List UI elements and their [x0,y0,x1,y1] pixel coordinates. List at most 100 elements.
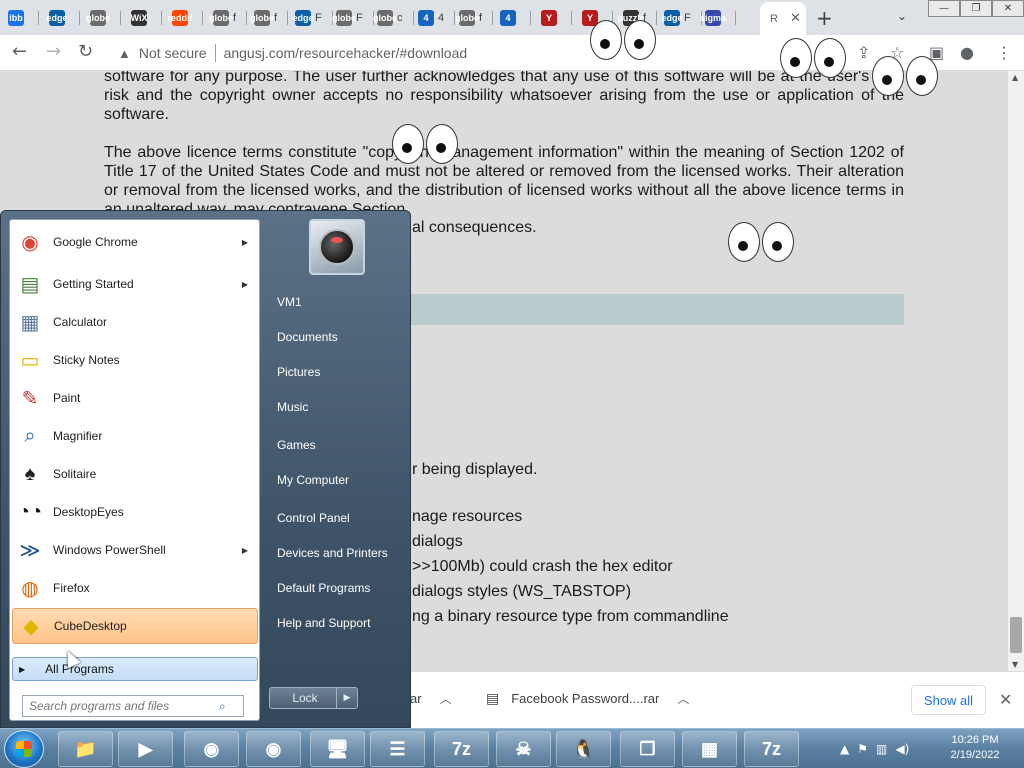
security-label[interactable]: Not secure [139,45,207,61]
volume-icon[interactable]: ◀) [895,742,909,756]
scroll-down-icon[interactable]: ▼ [1012,660,1018,669]
close-download-bar-icon[interactable]: ✕ [999,690,1012,710]
start-link-pictures[interactable]: Pictures [277,365,320,379]
browser-tab[interactable]: 44 [418,7,456,29]
start-link-games[interactable]: Games [277,438,316,452]
browser-tab[interactable]: globe f [250,7,289,29]
show-all-button[interactable]: Show all [911,685,986,715]
forward-arrow-icon[interactable]: → [46,41,61,62]
search-icon[interactable]: ⌕ [219,699,226,714]
start-program-item[interactable]: ♠ Solitaire [12,456,258,492]
network-icon[interactable]: ▥ [876,742,887,756]
y-icon: Y [541,10,557,26]
start-program-item[interactable]: ◍ Firefox [12,570,258,606]
window-icon[interactable]: ❐ [620,731,675,767]
chevron-up-icon[interactable]: ︿ [677,690,689,707]
calculator-icon: ▦ [20,311,40,334]
minimize-button[interactable]: — [928,0,960,17]
media-player-icon[interactable]: ▶ [118,731,173,767]
tab-separator [571,11,572,25]
scroll-up-icon[interactable]: ▲ [1012,73,1018,82]
pirate-icon[interactable]: ☠ [496,731,551,767]
share-icon[interactable]: ⇪ [857,43,870,62]
close-window-button[interactable]: ✕ [992,0,1024,17]
start-link-default-programs[interactable]: Default Programs [277,581,370,595]
start-link-music[interactable]: Music [277,400,308,414]
page-scrollbar[interactable]: ▲ ▼ [1008,71,1024,671]
list-icon[interactable]: ☰ [370,731,425,767]
start-program-item[interactable]: ▦ Calculator [12,304,258,340]
changelog-line-1: r being displayed. [412,461,538,478]
browser-tab[interactable]: globe f [209,7,248,29]
start-link-control-panel[interactable]: Control Panel [277,511,350,525]
address-bar[interactable]: ▲ Not secure angusj.com/resourcehacker/#… [108,39,888,67]
browser-tab[interactable]: edge F [662,7,702,29]
reload-icon[interactable]: ↻ [78,41,93,62]
start-program-item[interactable]: ▤ Getting Started ▶ [12,266,258,302]
game-icon[interactable]: ▦ [682,731,737,767]
close-tab-icon[interactable]: ✕ [790,11,801,26]
all-programs-button[interactable]: ▶ All Programs [12,657,258,681]
start-program-item[interactable]: ◔◔ DesktopEyes [12,494,258,530]
7zip-icon[interactable]: 7z [744,731,799,767]
network-icon[interactable]: 🖥 [310,731,365,767]
warning-icon[interactable]: ▲ [118,46,131,61]
penguin-icon[interactable]: 🐧 [556,731,611,767]
browser-tab[interactable]: Y [541,7,572,29]
new-tab-button[interactable]: + [816,6,833,30]
browser-tab[interactable]: globe F [332,7,374,29]
browser-tab[interactable]: reddit [168,7,203,29]
url-text[interactable]: angusj.com/resourcehacker/#download [224,45,468,61]
start-link-documents[interactable]: Documents [277,330,338,344]
desktop-eyes-icon: ◔◔ [17,500,43,523]
7zip-icon[interactable]: 7z [434,731,489,767]
user-avatar[interactable] [309,219,365,275]
download-filename[interactable]: ar [410,691,422,706]
globe-icon: globe [250,10,274,26]
maximize-button[interactable]: ❐ [960,0,992,17]
tray-expand-icon[interactable]: ▲ [840,742,849,756]
browser-tab[interactable]: edge F [293,7,333,29]
search-programs-input[interactable] [29,699,219,713]
action-center-flag-icon[interactable]: ⚑ [857,742,868,756]
clock[interactable]: 10:26 PM 2/19/2022 [935,733,1015,763]
start-link-help-and-support[interactable]: Help and Support [277,616,370,630]
start-link-devices-and-printers[interactable]: Devices and Printers [277,546,388,560]
search-programs-box[interactable]: ⌕ [22,695,244,717]
browser-tab[interactable]: globe c [373,7,414,29]
browser-tab[interactable]: WiX [131,7,162,29]
shutdown-options-arrow-icon[interactable]: ▶ [336,687,358,709]
start-program-item[interactable]: ⌕ Magnifier [12,418,258,454]
start-link-my-computer[interactable]: My Computer [277,473,349,487]
download-item[interactable]: ▤ Facebook Password....rar ︿ [486,690,689,707]
active-tab[interactable]: R ✕ [760,2,806,35]
browser-tab[interactable]: edge [47,7,80,29]
start-program-item[interactable]: ✎ Paint [12,380,258,416]
browser-tab[interactable]: globe f [455,7,494,29]
start-program-item[interactable]: ◉ Google Chrome ▶ [12,224,258,260]
firefox-icon[interactable]: ◉ [246,731,301,767]
browser-tab[interactable]: 4 [500,7,531,29]
download-filename[interactable]: Facebook Password....rar [511,691,659,706]
browser-tab[interactable]: ibb [8,7,39,29]
start-link-vm1[interactable]: VM1 [277,295,302,309]
chevron-up-icon[interactable]: ︿ [440,690,452,707]
desktop-eyes-icon [872,56,938,96]
back-arrow-icon[interactable]: ← [12,41,27,62]
download-item[interactable]: ar ︿ [410,690,452,707]
start-program-item[interactable]: ◆ CubeDesktop [12,608,258,644]
tab-search-chevron-icon[interactable]: ⌄ [897,9,907,23]
browser-tab[interactable]: globe [86,7,121,29]
lock-button[interactable]: Lock [269,687,341,709]
chrome-icon[interactable]: ◉ [184,731,239,767]
edge-icon: edge [47,10,68,26]
scroll-thumb[interactable] [1010,617,1022,653]
profile-avatar-icon[interactable]: ● [960,43,974,62]
start-program-item[interactable]: ≫ Windows PowerShell ▶ [12,532,258,568]
start-button[interactable] [4,730,44,768]
menu-kebab-icon[interactable]: ⋮ [996,43,1012,62]
browser-tab[interactable]: sigma [700,7,736,29]
file-explorer-icon[interactable]: 📁 [58,731,113,767]
start-program-item[interactable]: ▭ Sticky Notes [12,342,258,378]
browser-toolbar: ← → ↻ ▲ Not secure angusj.com/resourceha… [0,35,1024,71]
